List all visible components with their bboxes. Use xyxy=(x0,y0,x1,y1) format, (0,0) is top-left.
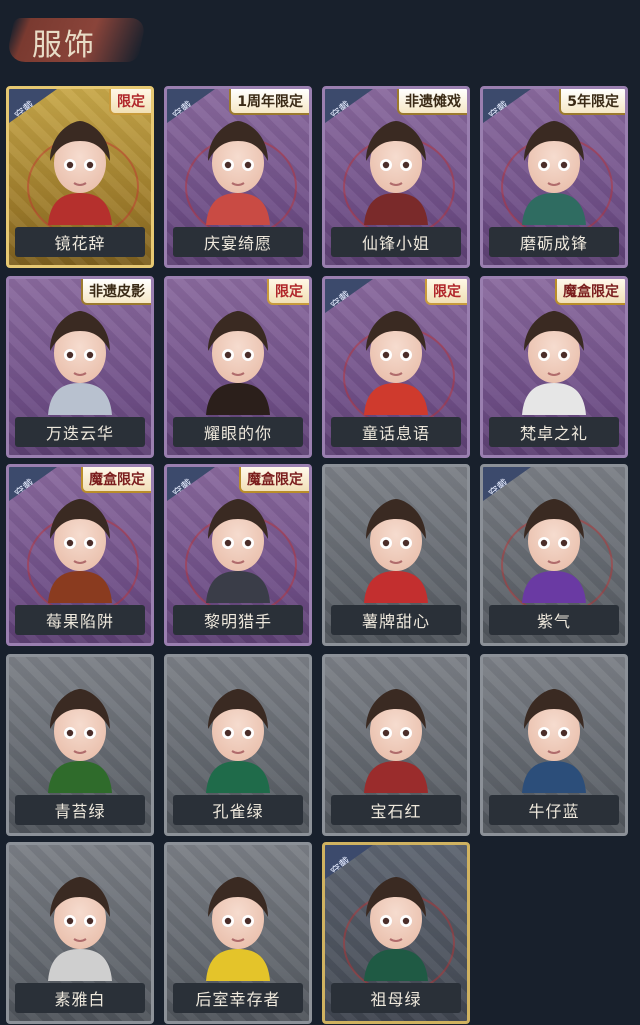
rarity-badge: 魔盒限定 xyxy=(81,467,151,493)
portrait-svg xyxy=(206,121,270,225)
name-bar: 青苔绿 xyxy=(15,795,145,825)
name-bar: 庆宴绮愿 xyxy=(173,227,303,257)
outfit-name: 莓果陷阱 xyxy=(45,612,114,631)
name-bar: 莓果陷阱 xyxy=(15,605,145,635)
name-bar: 素雅白 xyxy=(15,983,145,1013)
portrait-svg xyxy=(206,311,270,415)
portrait-svg xyxy=(206,499,270,603)
outfit-card[interactable]: 素雅白 xyxy=(6,842,154,1024)
portrait-svg xyxy=(48,311,112,415)
portrait-svg xyxy=(48,121,112,225)
outfit-card[interactable]: 后室幸存者 xyxy=(164,842,312,1024)
portrait-svg xyxy=(522,311,586,415)
outfit-name: 耀眼的你 xyxy=(203,424,272,443)
outfit-card[interactable]: 穿戴 魔盒限定 莓果陷阱 xyxy=(6,464,154,646)
outfit-name: 宝石红 xyxy=(370,802,422,821)
outfit-name: 后室幸存者 xyxy=(195,990,281,1009)
outfit-name: 孔雀绿 xyxy=(212,802,264,821)
outfit-card[interactable]: 牛仔蓝 xyxy=(480,654,628,836)
portrait-svg xyxy=(364,121,428,225)
outfit-card[interactable]: 限定耀眼的你 xyxy=(164,276,312,458)
rarity-badge: 限定 xyxy=(425,279,467,305)
outfit-card[interactable]: 孔雀绿 xyxy=(164,654,312,836)
outfit-card[interactable]: 非遗皮影万迭云华 xyxy=(6,276,154,458)
name-bar: 祖母绿 xyxy=(331,983,461,1013)
rarity-badge: 非遗傩戏 xyxy=(397,89,467,115)
portrait-svg xyxy=(364,689,428,793)
name-bar: 童话息语 xyxy=(331,417,461,447)
outfit-card[interactable]: 穿戴 限定 镜花辞 xyxy=(6,86,154,268)
outfit-name: 童话息语 xyxy=(361,424,430,443)
outfit-card[interactable]: 穿戴 5年限定 磨砺成锋 xyxy=(480,86,628,268)
name-bar: 薯牌甜心 xyxy=(331,605,461,635)
outfit-name: 磨砺成锋 xyxy=(519,234,588,253)
outfit-card[interactable]: 魔盒限定梵卓之礼 xyxy=(480,276,628,458)
outfit-name: 薯牌甜心 xyxy=(361,612,430,631)
outfit-name: 庆宴绮愿 xyxy=(203,234,272,253)
outfit-card[interactable]: 穿戴 紫气 xyxy=(480,464,628,646)
outfit-card[interactable]: 穿戴 魔盒限定 黎明猎手 xyxy=(164,464,312,646)
outfit-card[interactable]: 宝石红 xyxy=(322,654,470,836)
portrait-svg xyxy=(364,877,428,981)
outfit-name: 仙锋小姐 xyxy=(361,234,430,253)
outfit-card[interactable]: 穿戴 祖母绿 xyxy=(322,842,470,1024)
outfit-name: 素雅白 xyxy=(54,990,106,1009)
name-bar: 孔雀绿 xyxy=(173,795,303,825)
name-bar: 耀眼的你 xyxy=(173,417,303,447)
portrait-svg xyxy=(48,689,112,793)
portrait-svg xyxy=(364,499,428,603)
name-bar: 梵卓之礼 xyxy=(489,417,619,447)
rarity-badge: 1周年限定 xyxy=(229,89,309,115)
portrait-svg xyxy=(522,499,586,603)
page-title: 服饰 xyxy=(32,28,96,63)
outfit-name: 青苔绿 xyxy=(54,802,106,821)
outfit-card[interactable]: 穿戴 非遗傩戏 仙锋小姐 xyxy=(322,86,470,268)
name-bar: 万迭云华 xyxy=(15,417,145,447)
outfit-card[interactable]: 穿戴 限定 童话息语 xyxy=(322,276,470,458)
outfit-card[interactable]: 青苔绿 xyxy=(6,654,154,836)
portrait-svg xyxy=(364,311,428,415)
name-bar: 后室幸存者 xyxy=(173,983,303,1013)
portrait-svg xyxy=(48,499,112,603)
name-bar: 紫气 xyxy=(489,605,619,635)
outfit-card[interactable]: 穿戴 1周年限定 庆宴绮愿 xyxy=(164,86,312,268)
portrait-svg xyxy=(522,121,586,225)
rarity-badge: 限定 xyxy=(267,279,309,305)
outfit-name: 镜花辞 xyxy=(54,234,106,253)
outfit-name: 紫气 xyxy=(536,612,571,631)
rarity-badge: 5年限定 xyxy=(559,89,625,115)
name-bar: 磨砺成锋 xyxy=(489,227,619,257)
rarity-badge: 魔盒限定 xyxy=(555,279,625,305)
outfit-name: 祖母绿 xyxy=(370,990,422,1009)
outfit-name: 黎明猎手 xyxy=(203,612,272,631)
rarity-badge: 限定 xyxy=(109,89,151,115)
name-bar: 黎明猎手 xyxy=(173,605,303,635)
portrait-svg xyxy=(206,689,270,793)
name-bar: 仙锋小姐 xyxy=(331,227,461,257)
outfit-name: 牛仔蓝 xyxy=(528,802,580,821)
header: 服饰 xyxy=(0,0,640,88)
name-bar: 牛仔蓝 xyxy=(489,795,619,825)
rarity-badge: 非遗皮影 xyxy=(81,279,151,305)
name-bar: 镜花辞 xyxy=(15,227,145,257)
portrait-svg xyxy=(48,877,112,981)
rarity-badge: 魔盒限定 xyxy=(239,467,309,493)
outfit-card[interactable]: 薯牌甜心 xyxy=(322,464,470,646)
portrait-svg xyxy=(206,877,270,981)
portrait-svg xyxy=(522,689,586,793)
outfit-name: 梵卓之礼 xyxy=(519,424,588,443)
name-bar: 宝石红 xyxy=(331,795,461,825)
outfit-name: 万迭云华 xyxy=(45,424,114,443)
